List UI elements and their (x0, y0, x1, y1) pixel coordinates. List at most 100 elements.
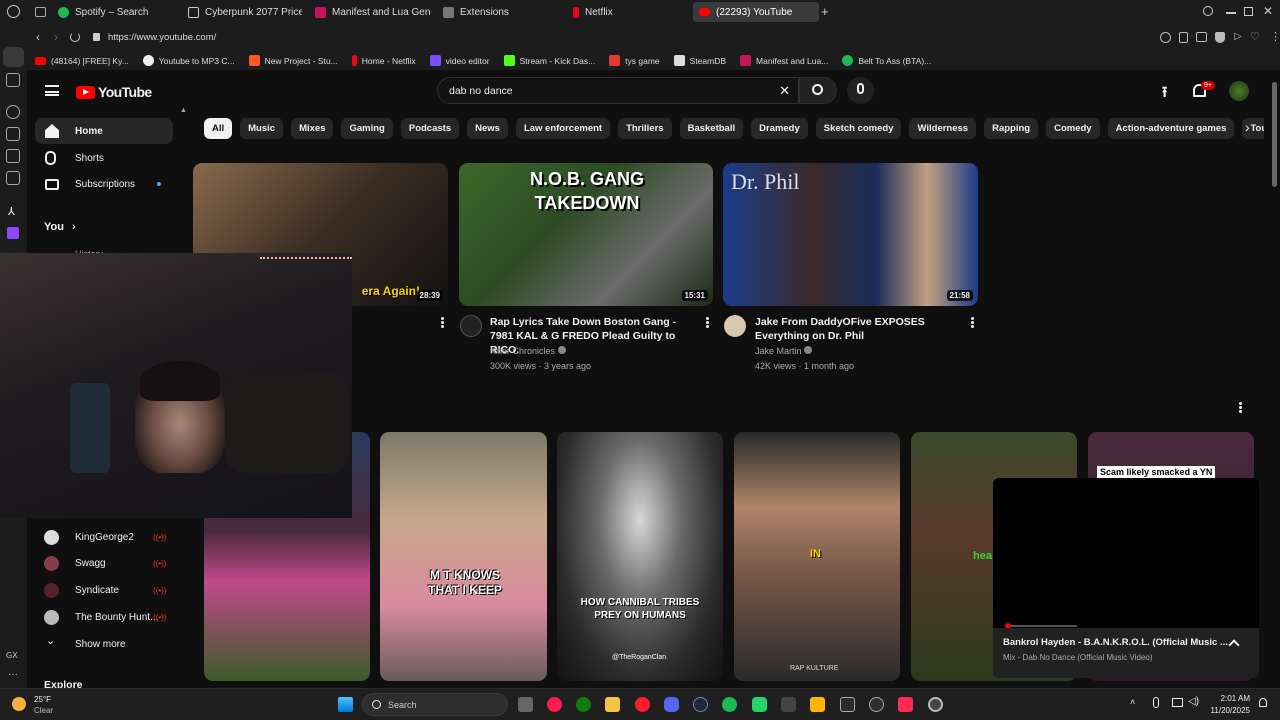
short-thumbnail[interactable]: HOW CANNIBAL TRIBES PREY ON HUMANS @TheR… (557, 432, 723, 681)
chip-all[interactable]: All (204, 118, 233, 139)
video-title[interactable]: Jake From DaddyOFive EXPOSES Everything … (755, 315, 955, 343)
chip[interactable]: Rapping (984, 118, 1039, 139)
chip[interactable]: Comedy (1046, 118, 1100, 139)
channel-name[interactable]: Killer Chronicles (490, 344, 566, 358)
chip[interactable]: Dramedy (751, 118, 808, 139)
weather-moon-icon[interactable] (12, 697, 26, 711)
clear-search-icon[interactable]: ✕ (779, 83, 790, 99)
video-thumbnail[interactable]: N.O.B. GANG TAKEDOWN 15:31 (459, 163, 713, 306)
search-tabs-icon[interactable] (1203, 6, 1213, 16)
microphone-icon[interactable] (1153, 697, 1159, 708)
pin-icon[interactable] (1179, 32, 1188, 43)
chip[interactable]: Basketball (679, 118, 744, 139)
short-thumbnail[interactable]: M T KNOWS THAT I KEEP (380, 432, 547, 681)
network-icon[interactable] (1172, 698, 1183, 707)
shorts-menu-icon[interactable] (1239, 402, 1242, 413)
you-section-heading[interactable]: You › (44, 221, 76, 233)
chip[interactable]: Music (240, 118, 284, 139)
clock-date[interactable]: 11/20/2025 (1206, 706, 1250, 715)
obs-icon[interactable] (869, 697, 884, 712)
bookmark-item[interactable]: Belt To Ass (BTA)... (842, 55, 931, 66)
chip[interactable]: News (467, 118, 508, 139)
search-box[interactable]: dab no dance ✕ (437, 77, 799, 104)
twitch-icon[interactable] (7, 227, 19, 239)
task-view-icon[interactable] (518, 697, 533, 712)
short-thumbnail[interactable]: IN RAP KULTURE (734, 432, 900, 681)
channel-name[interactable]: Jake Martin (755, 344, 813, 358)
bookmark-item[interactable]: SteamDB (673, 55, 726, 66)
chip[interactable]: Gaming (341, 118, 393, 139)
new-tab-button[interactable]: + (821, 4, 829, 19)
show-hidden-icons[interactable]: ˄ (1130, 697, 1135, 707)
game-launcher-icon[interactable] (781, 697, 796, 712)
channel-avatar[interactable] (724, 315, 746, 337)
miniplayer-title[interactable]: Bankrol Hayden - B.A.N.K.R.O.L. (Officia… (1003, 637, 1228, 648)
upload-icon[interactable]: ⭱ (1162, 82, 1167, 107)
sidebar-item-channel[interactable]: Swagg ((•)) (35, 550, 173, 576)
sidebar-item-shorts[interactable]: Shorts (35, 145, 173, 171)
video-menu-icon[interactable] (706, 317, 709, 328)
video-menu-icon[interactable] (441, 317, 444, 328)
chips-next-icon[interactable]: › (1245, 119, 1250, 135)
clock-time[interactable]: 2:01 AM (1214, 694, 1250, 703)
tab-cyberpunk[interactable]: Cyberpunk 2077 Price hi (182, 2, 302, 22)
avatar[interactable] (1229, 81, 1249, 101)
volume-icon[interactable]: ◁) (1188, 696, 1199, 707)
file-explorer-icon[interactable] (605, 697, 620, 712)
back-icon[interactable]: ‹ (36, 30, 40, 44)
channel-avatar[interactable] (460, 315, 482, 337)
chip[interactable]: Thrillers (618, 118, 672, 139)
video-menu-icon[interactable] (971, 317, 974, 328)
chip[interactable]: Action-adventure games (1107, 118, 1235, 139)
url-field[interactable]: https://www.youtube.com/ (108, 32, 216, 43)
bookmark-item[interactable]: (48164) [FREE] Ky... (35, 56, 129, 66)
chip[interactable]: Wilderness (909, 118, 977, 139)
history-icon[interactable] (6, 105, 20, 119)
reload-icon[interactable] (70, 32, 80, 42)
sidebar-item-channel[interactable]: KingGeorge2 ((•)) (35, 524, 173, 550)
tab-youtube[interactable]: (22293) YouTube (693, 2, 819, 22)
tab-extensions[interactable]: Extensions (437, 2, 557, 22)
chip[interactable]: Law enforcement (515, 118, 611, 139)
bookmark-item[interactable]: Stream - Kick Das... (503, 55, 595, 66)
play-icon[interactable]: ▷ (1234, 31, 1242, 42)
tab-overview-icon[interactable] (35, 7, 46, 17)
opera-gx-icon[interactable] (547, 697, 562, 712)
xbox-icon[interactable] (576, 697, 591, 712)
miniplayer[interactable]: Bankrol Hayden - B.A.N.K.R.O.L. (Officia… (993, 478, 1259, 678)
messenger-icon[interactable] (6, 73, 20, 87)
tab-spotify[interactable]: Spotify – Search (52, 2, 177, 22)
bookmark-item[interactable]: video editor (429, 55, 490, 66)
sidebar-item-home[interactable]: Home (35, 118, 173, 144)
show-more-button[interactable]: ⌄ Show more (35, 631, 173, 657)
discord-icon[interactable] (664, 697, 679, 712)
chip[interactable]: Mixes (291, 118, 334, 139)
page-scrollbar[interactable] (1272, 82, 1277, 187)
gx-icon[interactable]: GX (6, 651, 18, 660)
browser-logo-icon[interactable] (7, 5, 20, 18)
menu-icon[interactable]: ⋮ (1270, 30, 1280, 43)
start-windows-icon[interactable] (338, 697, 353, 712)
steam-icon[interactable] (693, 697, 708, 712)
camera-icon[interactable] (1196, 32, 1207, 42)
search-input[interactable]: dab no dance (449, 85, 513, 97)
chip[interactable]: Podcasts (400, 118, 460, 139)
voice-search-button[interactable] (847, 77, 874, 104)
tiktok-icon[interactable] (898, 697, 913, 712)
restore-icon[interactable] (1244, 7, 1253, 16)
medal-icon[interactable] (810, 697, 825, 712)
flask-icon[interactable] (6, 127, 20, 141)
bookmark-item[interactable]: New Project - Stu... (248, 55, 338, 66)
more-icon[interactable]: ··· (8, 669, 18, 680)
shield-icon[interactable] (1215, 32, 1225, 43)
mail-icon[interactable] (6, 171, 20, 185)
whatsapp-icon[interactable] (752, 697, 767, 712)
bookmark-item[interactable]: Manifest and Lua... (740, 55, 828, 66)
opera-active-icon[interactable] (928, 697, 943, 712)
bookmark-item[interactable]: Youtube to MP3 C... (142, 55, 235, 66)
heart-icon[interactable]: ♡ (1250, 30, 1260, 43)
opera-icon[interactable] (635, 697, 650, 712)
spotify-icon[interactable] (722, 697, 737, 712)
tab-netflix[interactable]: Netflix (567, 2, 687, 22)
aria-icon[interactable]: ⅄ (8, 205, 15, 218)
